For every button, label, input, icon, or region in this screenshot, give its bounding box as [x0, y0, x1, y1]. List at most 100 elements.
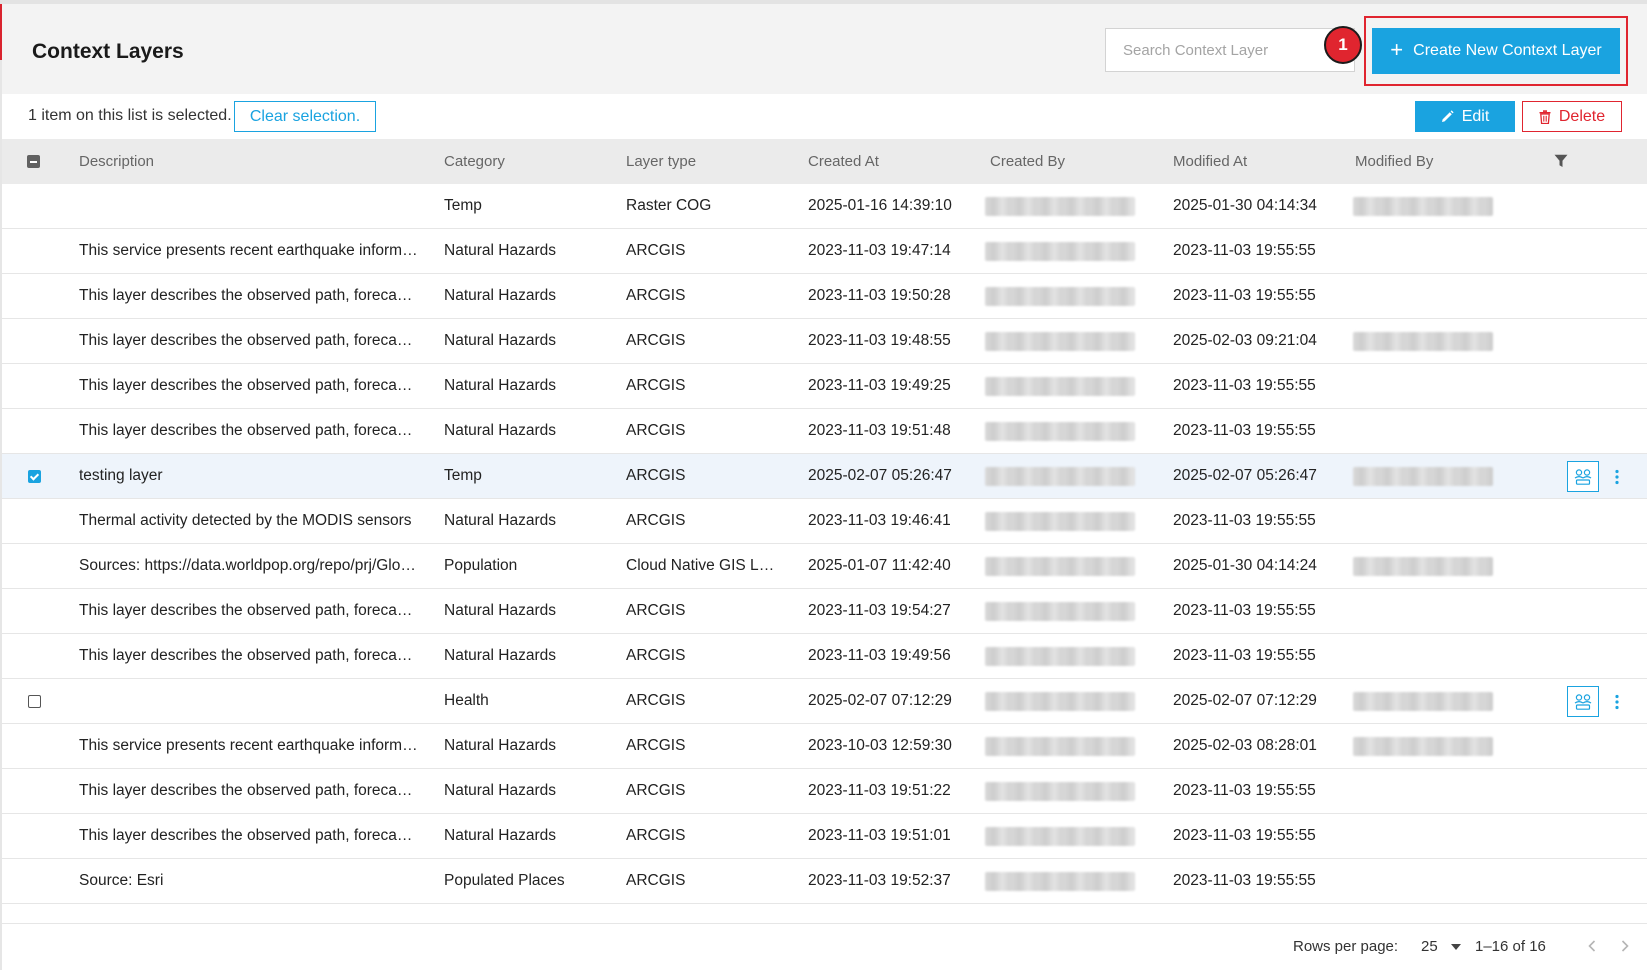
column-header-layer-type[interactable]: Layer type: [626, 139, 696, 184]
cell-created-by-redacted: [985, 692, 1135, 711]
column-header-modified-by[interactable]: Modified By: [1355, 139, 1433, 184]
cell-created-by-redacted: [985, 872, 1135, 891]
share-button[interactable]: [1567, 461, 1599, 492]
table-row[interactable]: This layer describes the observed path, …: [2, 634, 1647, 679]
cell-modified-by-redacted: [1353, 737, 1493, 756]
edit-button[interactable]: Edit: [1415, 101, 1515, 132]
cell-category: Natural Hazards: [444, 602, 556, 619]
more-actions-button[interactable]: [1609, 462, 1625, 491]
cell-created-at: 2023-11-03 19:50:28: [808, 287, 951, 304]
cell-created-by-redacted: [985, 242, 1135, 261]
table-row[interactable]: Source: Esri Populated Places ARCGIS 2023-1…: [2, 859, 1647, 904]
cell-description: This layer describes the observed path, …: [79, 782, 419, 799]
rows-per-page-label: Rows per page:: [1293, 938, 1399, 955]
clear-selection-button[interactable]: Clear selection.: [234, 101, 376, 132]
cell-layer-type: ARCGIS: [626, 287, 686, 304]
cell-modified-at: 2023-11-03 19:55:55: [1173, 872, 1316, 889]
more-actions-button[interactable]: [1609, 687, 1625, 716]
cell-layer-type: ARCGIS: [626, 647, 686, 664]
cell-category: Temp: [444, 197, 482, 214]
cell-category: Natural Hazards: [444, 647, 556, 664]
table-row[interactable]: Temp Raster COG 2025-01-16 14:39:10 2025-01…: [2, 184, 1647, 229]
cell-modified-at: 2025-02-03 09:21:04: [1173, 332, 1317, 349]
trash-icon: [1539, 109, 1551, 124]
column-header-created-at[interactable]: Created At: [808, 139, 879, 184]
cell-layer-type: ARCGIS: [626, 512, 686, 529]
cell-created-by-redacted: [985, 782, 1135, 801]
create-button-label: Create New Context Layer: [1413, 42, 1602, 59]
cell-modified-at: 2023-11-03 19:55:55: [1173, 827, 1316, 844]
table-row[interactable]: This service presents recent earthquake …: [2, 724, 1647, 769]
cell-modified-by-redacted: [1353, 692, 1493, 711]
previous-page-button[interactable]: [1584, 936, 1600, 956]
cell-created-at: 2025-02-07 05:26:47: [808, 467, 952, 484]
table-row[interactable]: This layer describes the observed path, …: [2, 769, 1647, 814]
table-row[interactable]: Sources: https://data.worldpop.org/repo/…: [2, 544, 1647, 589]
cell-created-by-redacted: [985, 377, 1135, 396]
filter-icon[interactable]: [1554, 154, 1568, 168]
cell-modified-by-redacted: [1353, 332, 1493, 351]
cell-category: Natural Hazards: [444, 512, 556, 529]
cell-created-by-redacted: [985, 827, 1135, 846]
table-row[interactable]: Health ARCGIS 2025-02-07 07:12:29 2025-02-0…: [2, 679, 1647, 724]
next-page-button[interactable]: [1617, 936, 1633, 956]
table-row[interactable]: This layer describes the observed path, …: [2, 814, 1647, 859]
edit-button-label: Edit: [1461, 107, 1490, 125]
table-row[interactable]: This layer describes the observed path, …: [2, 364, 1647, 409]
cell-layer-type: Raster COG: [626, 197, 712, 214]
pencil-icon: [1441, 110, 1454, 122]
page-header: Context Layers + Create New Context Laye…: [2, 4, 1647, 94]
cell-description: This service presents recent earthquake …: [79, 737, 419, 754]
chevron-right-icon: [1621, 940, 1629, 952]
pagination-range: 1–16 of 16: [1475, 938, 1546, 955]
cell-layer-type: Cloud Native GIS Layer: [626, 557, 776, 574]
caret-down-icon[interactable]: [1451, 944, 1461, 950]
delete-button-label: Delete: [1558, 107, 1606, 125]
table-row[interactable]: This layer describes the observed path, …: [2, 409, 1647, 454]
table-row[interactable]: Thermal activity detected by the MODIS s…: [2, 499, 1647, 544]
cell-modified-at: 2023-11-03 19:55:55: [1173, 422, 1316, 439]
cell-category: Populated Places: [444, 872, 565, 889]
cell-layer-type: ARCGIS: [626, 332, 686, 349]
search-input[interactable]: [1106, 29, 1354, 71]
table-row[interactable]: This service presents recent earthquake …: [2, 229, 1647, 274]
cell-modified-at: 2025-02-03 08:28:01: [1173, 737, 1317, 754]
row-checkbox[interactable]: [28, 695, 41, 708]
cell-description: This service presents recent earthquake …: [79, 242, 419, 259]
cell-created-by-redacted: [985, 467, 1135, 486]
cell-created-by-redacted: [985, 422, 1135, 441]
table-row[interactable]: This layer describes the observed path, …: [2, 589, 1647, 634]
cell-modified-at: 2023-11-03 19:55:55: [1173, 377, 1316, 394]
column-header-description[interactable]: Description: [79, 139, 154, 184]
cell-layer-type: ARCGIS: [626, 467, 686, 484]
cell-category: Natural Hazards: [444, 242, 556, 259]
selection-status: 1 item on this list is selected.: [28, 107, 232, 124]
row-checkbox[interactable]: [28, 470, 41, 483]
create-context-layer-button[interactable]: + Create New Context Layer: [1372, 28, 1620, 74]
cell-modified-at: 2025-02-07 05:26:47: [1173, 467, 1317, 484]
table-row[interactable]: This layer describes the observed path, …: [2, 274, 1647, 319]
cell-description: This layer describes the observed path, …: [79, 602, 419, 619]
cell-layer-type: ARCGIS: [626, 422, 686, 439]
delete-button[interactable]: Delete: [1522, 101, 1622, 132]
column-header-category[interactable]: Category: [444, 139, 505, 184]
cell-category: Natural Hazards: [444, 737, 556, 754]
cell-created-by-redacted: [985, 602, 1135, 621]
cell-layer-type: ARCGIS: [626, 242, 686, 259]
cell-created-by-redacted: [985, 737, 1135, 756]
cell-modified-by-redacted: [1353, 557, 1493, 576]
cell-created-by-redacted: [985, 287, 1135, 306]
rows-per-page-select[interactable]: 25: [1421, 938, 1438, 955]
cell-created-at: 2023-11-03 19:51:22: [808, 782, 951, 799]
share-button[interactable]: [1567, 686, 1599, 717]
select-all-checkbox[interactable]: [27, 155, 40, 168]
more-vertical-icon: [1615, 694, 1619, 709]
column-header-modified-at[interactable]: Modified At: [1173, 139, 1247, 184]
cell-created-at: 2025-01-07 11:42:40: [808, 557, 951, 574]
cell-description: [79, 184, 419, 228]
table-row[interactable]: testing layer Temp ARCGIS 2025-02-07 05:26:…: [2, 454, 1647, 499]
cell-description: testing layer: [79, 467, 163, 484]
column-header-created-by[interactable]: Created By: [990, 139, 1065, 184]
table-row[interactable]: This layer describes the observed path, …: [2, 319, 1647, 364]
cell-description: This layer describes the observed path, …: [79, 377, 419, 394]
